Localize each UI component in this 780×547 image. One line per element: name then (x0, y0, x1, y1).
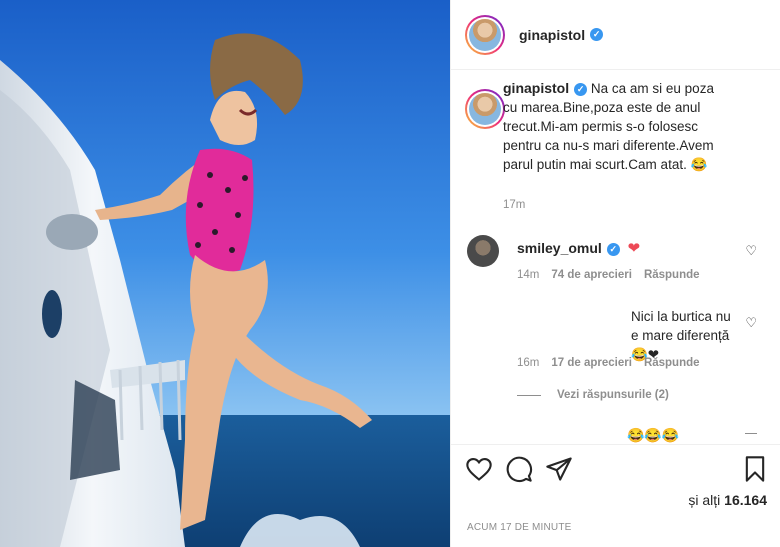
likes-number: 16.164 (724, 492, 767, 508)
comment-1-meta: 14m 74 de aprecieri Răspunde (517, 269, 700, 281)
caption-time: 17m (503, 199, 526, 211)
replies-divider (517, 394, 541, 396)
comment-bubble-icon[interactable] (505, 455, 533, 483)
like-heart-icon[interactable] (465, 455, 493, 483)
view-replies-button[interactable]: Vezi răspunsurile (2) (517, 389, 669, 401)
comment-2-time: 16m (517, 357, 540, 369)
comment-2-reply-button[interactable]: Răspunde (644, 357, 700, 369)
commenter-avatar[interactable] (467, 235, 499, 267)
commenter-username[interactable]: smiley_omul (517, 240, 602, 256)
caption-text-block: ginapistol ✓ Na ca am si eu poza cu marea… (503, 79, 719, 174)
share-paper-plane-icon[interactable] (545, 455, 573, 483)
post-actions: și alți 16.164 ACUM 17 DE MINUTE (451, 444, 780, 547)
verified-badge-icon: ✓ (590, 28, 604, 41)
comment-1-reply-button[interactable]: Răspunde (644, 269, 700, 281)
comment-2-likes[interactable]: 17 de aprecieri (551, 357, 632, 369)
comment-2-meta: 16m 17 de aprecieri Răspunde (517, 357, 700, 369)
likes-count[interactable]: și alți 16.164 (688, 492, 767, 508)
comments-section: ginapistol ✓ Na ca am si eu poza cu marea… (451, 71, 780, 444)
comment-3-options-icon[interactable] (745, 433, 757, 434)
bookmark-icon[interactable] (741, 455, 769, 483)
post-timestamp[interactable]: ACUM 17 DE MINUTE (467, 522, 572, 533)
comment-2-text: Nici la burtica nu e mare diferență😂❤ (631, 309, 731, 362)
author-username[interactable]: ginapistol (519, 27, 585, 43)
comment-1: smiley_omul ✓ ❤ (517, 239, 640, 257)
comment-1-like-icon[interactable]: ♡ (745, 243, 757, 259)
comment-3-preview: 😂😂😂 (627, 427, 680, 443)
post-photo[interactable] (0, 0, 450, 547)
post-side-panel: ginapistol ✓ ginapistol ✓ Na ca am si eu … (450, 0, 780, 547)
verified-badge-icon: ✓ (574, 82, 588, 96)
author-avatar[interactable] (465, 14, 505, 55)
comment-1-text: ❤ (627, 240, 641, 257)
caption-avatar[interactable] (465, 89, 505, 129)
view-replies-label: Vezi răspunsurile (2) (557, 389, 669, 401)
comment-1-likes[interactable]: 74 de aprecieri (551, 269, 632, 281)
photo-illustration (0, 0, 450, 547)
post-header: ginapistol ✓ (451, 0, 780, 70)
caption-username[interactable]: ginapistol (503, 80, 569, 96)
comment-2-like-icon[interactable]: ♡ (745, 315, 757, 331)
comment-1-time: 14m (517, 269, 540, 281)
likes-prefix: și alți (688, 492, 721, 508)
verified-badge-icon: ✓ (606, 242, 620, 256)
